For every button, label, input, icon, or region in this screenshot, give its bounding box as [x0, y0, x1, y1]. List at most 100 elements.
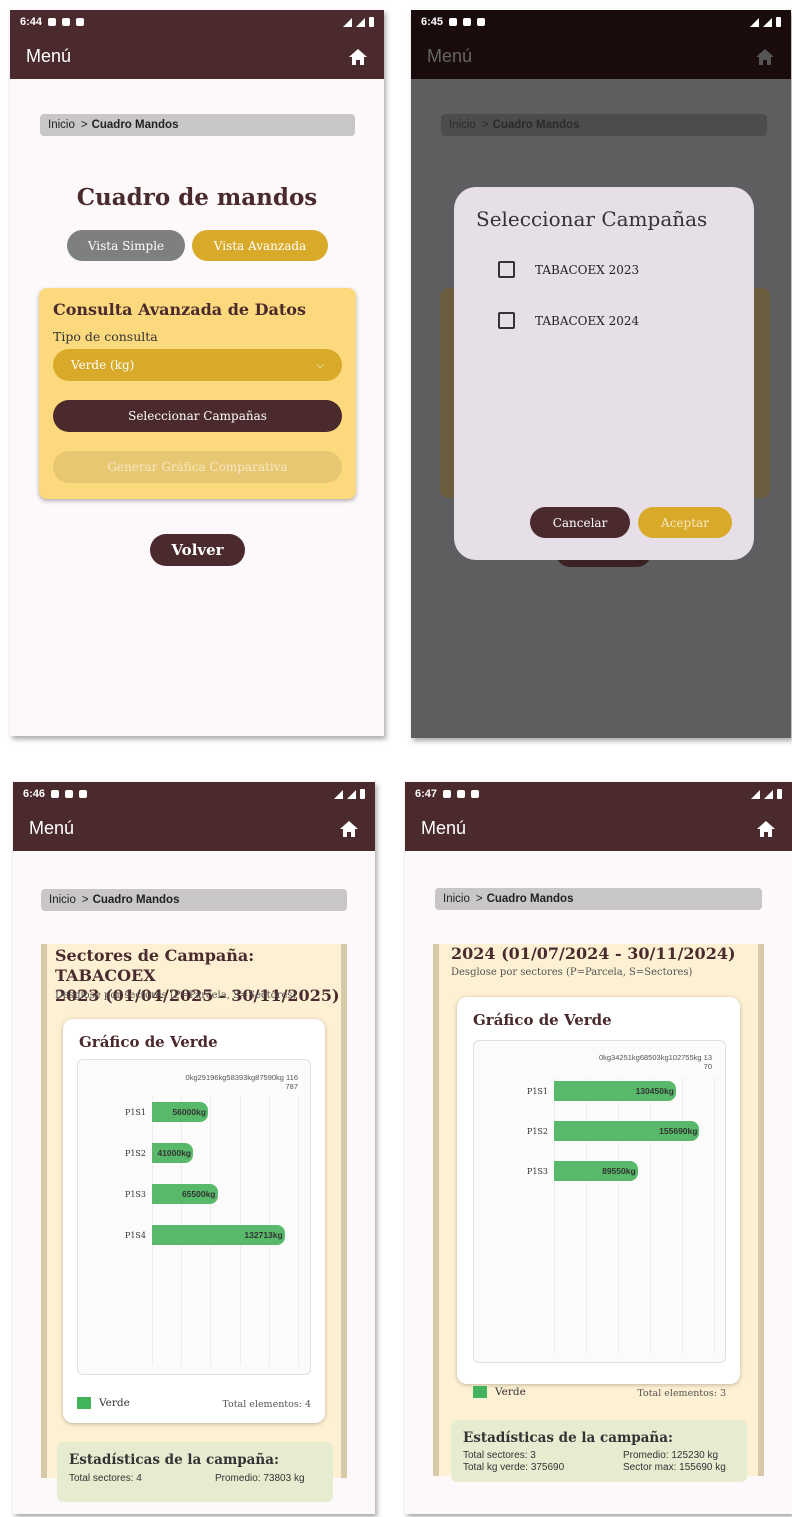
accept-button[interactable]: Aceptar — [638, 507, 732, 538]
campaign-option-2024[interactable]: TABACOEX 2024 — [498, 312, 639, 329]
stats-sector-max: Sector max: 155690 kg — [623, 1462, 726, 1473]
chart-card: Gráfico de Verde 0kg29196kg58393kg87590k… — [63, 1019, 325, 1423]
chart-legend: Verde — [77, 1397, 130, 1409]
x-tick-line1: 0kg34251kg68503kg102755kg 13 — [598, 1053, 712, 1062]
legend-swatch — [77, 1397, 91, 1409]
status-time: 6:47 — [415, 788, 438, 800]
breadcrumb-current: Cuadro Mandos — [486, 893, 574, 905]
shield-icon — [51, 790, 60, 798]
photo-icon — [76, 18, 85, 26]
breadcrumb: Inicio > Cuadro Mandos — [41, 889, 347, 911]
y-tick-label: P1S3 — [124, 1190, 146, 1199]
breadcrumb-separator: > — [481, 119, 489, 131]
bar-value-label: 130450kg — [635, 1085, 674, 1096]
chart-plot: 0kg34251kg68503kg102755kg 13 70 P1S1 1304… — [473, 1040, 726, 1363]
cancel-button[interactable]: Cancelar — [530, 507, 630, 538]
breadcrumb-home[interactable]: Inicio — [48, 119, 75, 131]
select-campaigns-dialog: Seleccionar Campañas TABACOEX 2023 TABAC… — [454, 187, 754, 560]
grid-line — [618, 1077, 619, 1354]
campaign-option-label: TABACOEX 2024 — [535, 313, 640, 328]
status-time: 6:45 — [421, 16, 444, 28]
screen-dashboard: 6:44 Menú Inicio > Cuadro Mandos Cuadro … — [10, 10, 384, 736]
bar-value-label: 65500kg — [181, 1188, 216, 1199]
legend-swatch — [473, 1386, 487, 1398]
app-bar: Menú — [411, 34, 791, 79]
sim-icon — [65, 790, 74, 798]
y-tick-label: P1S1 — [526, 1087, 548, 1096]
breadcrumb: Inicio > Cuadro Mandos — [40, 114, 355, 136]
campaign-option-2023[interactable]: TABACOEX 2023 — [498, 261, 639, 278]
campaign-option-label: TABACOEX 2023 — [535, 262, 640, 277]
stats-total-kg: Total kg verde: 375690 — [463, 1462, 565, 1473]
view-advanced-button[interactable]: Vista Avanzada — [192, 230, 328, 261]
stats-average: Promedio: 125230 kg — [623, 1450, 719, 1461]
shield-icon — [449, 18, 458, 26]
bar-p1s3[interactable]: 65500kg — [152, 1184, 218, 1204]
total-elements: Total elementos: 4 — [222, 1399, 311, 1410]
status-bar: 6:44 — [10, 10, 384, 34]
status-bar: 6:47 — [405, 782, 792, 806]
total-elements: Total elementos: 3 — [637, 1388, 726, 1399]
query-type-select[interactable]: Verde (kg) ⌵ — [53, 349, 342, 381]
wifi-icon — [750, 17, 759, 27]
y-tick-label: P1S1 — [124, 1108, 146, 1117]
app-bar: Menú — [13, 806, 375, 851]
back-button[interactable]: Volver — [150, 534, 245, 566]
menu-title[interactable]: Menú — [29, 818, 74, 839]
bar-p1s1[interactable]: 56000kg — [152, 1102, 208, 1122]
campaign-title-line1: Sectores de Campaña: TABACOEX — [55, 946, 255, 985]
generate-chart-button[interactable]: Generar Gráfica Comparativa — [53, 451, 342, 483]
dimmed-crumb: Inicio > Cuadro Mandos — [441, 114, 767, 136]
menu-title[interactable]: Menú — [421, 818, 466, 839]
battery-icon — [360, 789, 365, 799]
grid-line — [586, 1077, 587, 1354]
breadcrumb-home[interactable]: Inicio — [443, 893, 470, 905]
shield-icon — [48, 18, 57, 26]
campaign-subtitle: Desglose por sectores (P=Parcela, S=Sect… — [55, 990, 297, 1001]
view-simple-button[interactable]: Vista Simple — [67, 230, 185, 261]
bar-value-label: 41000kg — [157, 1147, 191, 1158]
select-campaigns-button[interactable]: Seleccionar Campañas — [53, 400, 342, 432]
photo-icon — [471, 790, 480, 798]
breadcrumb-home[interactable]: Inicio — [49, 894, 76, 906]
grid-line — [714, 1077, 715, 1354]
breadcrumb: Inicio > Cuadro Mandos — [435, 888, 762, 910]
checkbox-icon[interactable] — [498, 261, 515, 278]
bar-p1s2[interactable]: 155690kg — [554, 1121, 700, 1141]
breadcrumb-separator: > — [475, 893, 483, 905]
screen-select-campaigns: 6:45 Menú Inicio > Cuadro Mandos Selecci… — [411, 10, 791, 738]
grid-line — [682, 1077, 683, 1354]
sim-icon — [463, 18, 472, 26]
home-icon[interactable] — [756, 820, 776, 838]
chart-title: Gráfico de Verde — [79, 1033, 218, 1051]
checkbox-icon[interactable] — [498, 312, 515, 329]
stats-total-sectors: Total sectores: 3 — [463, 1450, 536, 1461]
stats-title: Estadísticas de la campaña: — [69, 1452, 279, 1468]
bar-p1s1[interactable]: 130450kg — [554, 1081, 676, 1101]
menu-title[interactable]: Menú — [26, 46, 71, 67]
bar-p1s2[interactable]: 41000kg — [152, 1143, 193, 1163]
battery-icon — [369, 17, 374, 27]
campaign-title: 2024 (01/07/2024 - 30/11/2024) — [451, 944, 736, 963]
grid-line — [554, 1077, 555, 1354]
bar-p1s3[interactable]: 89550kg — [554, 1161, 638, 1181]
x-tick-line2: 787 — [285, 1082, 298, 1091]
app-bar: Menú — [10, 34, 384, 79]
sim-icon — [62, 18, 71, 26]
x-tick-labels: 0kg29196kg58393kg87590kg 116 787 — [158, 1073, 298, 1091]
grid-line — [650, 1077, 651, 1354]
menu-title[interactable]: Menú — [427, 46, 472, 67]
stats-total-sectors: Total sectores: 4 — [69, 1473, 142, 1484]
signal-icon — [356, 17, 365, 27]
home-icon[interactable] — [755, 48, 775, 66]
query-type-value: Verde (kg) — [71, 358, 135, 372]
home-icon[interactable] — [348, 48, 368, 66]
screen-campaign-2023: 6:46 Menú Inicio > Cuadro Mandos Sectore… — [13, 782, 375, 1514]
breadcrumb-current: Cuadro Mandos — [492, 119, 580, 131]
y-tick-label: P1S3 — [526, 1167, 548, 1176]
home-icon[interactable] — [339, 820, 359, 838]
sim-icon — [457, 790, 466, 798]
signal-icon — [347, 789, 356, 799]
bar-p1s4[interactable]: 132713kg — [152, 1225, 285, 1245]
chart-legend: Verde — [473, 1386, 526, 1398]
